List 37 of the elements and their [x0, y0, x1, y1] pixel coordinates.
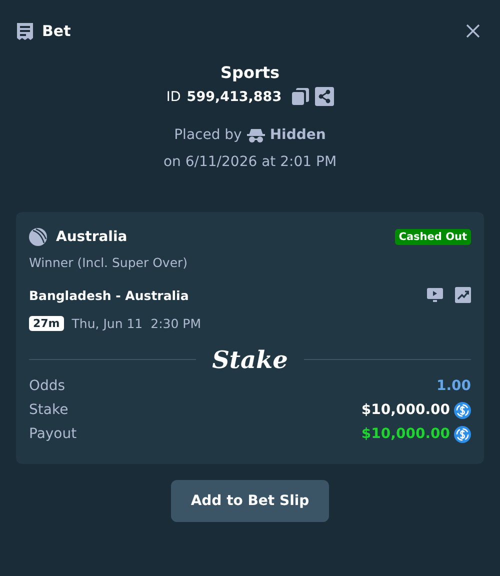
placed-date: on 6/11/2026 at 2:01 PM: [163, 154, 337, 170]
add-to-bet-slip-button[interactable]: Add to Bet Slip: [170, 480, 330, 522]
event-link[interactable]: Bangladesh - Australia: [29, 288, 189, 302]
cricket-ball-icon: [29, 228, 47, 246]
bet-id: 599,413,883: [186, 88, 282, 104]
detail-label: Stake: [29, 402, 68, 418]
live-stream-button[interactable]: [427, 288, 443, 302]
detail-label: Odds: [29, 378, 66, 394]
copy-icon: [292, 88, 309, 105]
share-icon: [314, 87, 334, 106]
selection-name: Australia: [56, 229, 128, 245]
event-time: 2:30 PM: [150, 316, 201, 331]
bet-category: Sports: [220, 63, 280, 82]
copy-button[interactable]: [292, 88, 309, 105]
amount-value: $10,000.00: [361, 402, 450, 418]
close-button[interactable]: [464, 22, 482, 40]
incognito-icon: [246, 128, 265, 142]
monitor-play-icon: [427, 288, 443, 302]
close-icon: [466, 24, 480, 38]
brand-logo: Stake: [212, 345, 288, 374]
modal-title: Bet: [42, 22, 71, 40]
usdc-coin-icon: [454, 402, 471, 418]
event-date: Thu, Jun 11: [72, 316, 143, 331]
trend-chart-icon: [455, 287, 471, 303]
share-button[interactable]: [314, 87, 334, 106]
statistics-button[interactable]: [455, 287, 471, 303]
market-name: Winner (Incl. Super Over): [29, 255, 189, 270]
user-name: Hidden: [270, 127, 326, 143]
amount-value: $10,000.00: [361, 426, 450, 442]
ticket-icon: [16, 22, 34, 40]
usdc-coin-icon: [454, 426, 471, 442]
status-badge: Cashed Out: [394, 229, 471, 245]
odds-value: 1.00: [436, 378, 471, 394]
id-label: ID: [166, 88, 181, 104]
detail-label: Payout: [29, 426, 77, 442]
placed-by-label: Placed by: [174, 127, 242, 143]
countdown-badge: 27m: [29, 316, 64, 331]
